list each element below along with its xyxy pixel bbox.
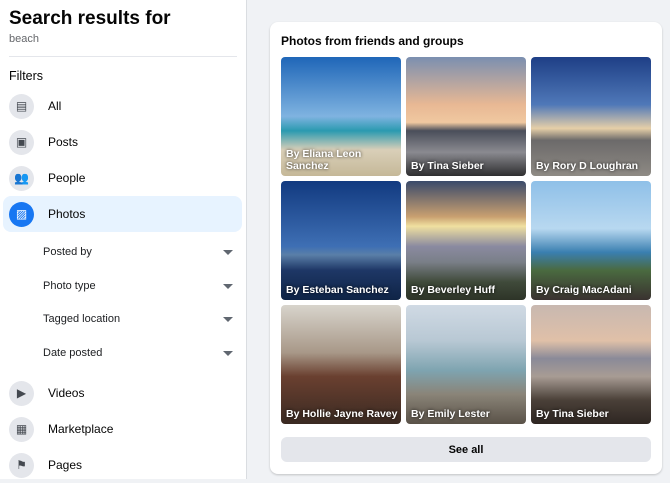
page-title: Search results for: [9, 8, 171, 29]
caret-down-icon: [223, 283, 233, 289]
photo-author: By Emily Lester: [411, 408, 490, 420]
photo-author: By Tina Sieber: [411, 160, 484, 172]
filters-heading: Filters: [9, 69, 44, 83]
photo-tile[interactable]: By Emily Lester: [406, 305, 526, 424]
caret-down-icon: [223, 350, 233, 356]
filter-label: Marketplace: [48, 422, 114, 436]
sub-filter-label: Tagged location: [43, 313, 121, 325]
posts-icon: ▣: [9, 129, 34, 155]
photo-grid: By Eliana Leon Sanchez By Tina Sieber By…: [281, 57, 651, 424]
filter-photos[interactable]: ▨ Photos: [3, 196, 242, 232]
filter-label: Posts: [48, 135, 79, 149]
photo-tile[interactable]: By Tina Sieber: [406, 57, 526, 176]
video-icon: ▶: [9, 380, 34, 406]
photos-icon: ▨: [9, 201, 34, 227]
caret-down-icon: [223, 316, 233, 322]
photos-card: Photos from friends and groups By Eliana…: [270, 22, 662, 474]
filter-label: People: [48, 171, 86, 185]
filter-all[interactable]: ▤ All: [3, 88, 242, 124]
sub-filter-label: Date posted: [43, 347, 103, 359]
search-query: beach: [9, 33, 39, 45]
card-title: Photos from friends and groups: [281, 34, 464, 48]
photo-tile[interactable]: By Craig MacAdani: [531, 181, 651, 300]
shop-icon: ▦: [9, 416, 34, 442]
feed-icon: ▤: [9, 93, 34, 119]
photo-author: By Hollie Jayne Ravey: [286, 408, 398, 420]
sidebar: Search results for beach Filters ▤ All ▣ P…: [0, 0, 247, 479]
posted-by-dropdown[interactable]: Posted by: [43, 246, 233, 258]
date-posted-dropdown[interactable]: Date posted: [43, 347, 233, 359]
photo-tile[interactable]: By Tina Sieber: [531, 305, 651, 424]
see-all-button[interactable]: See all: [281, 437, 651, 462]
sub-filter-label: Posted by: [43, 246, 92, 258]
photo-author: By Beverley Huff: [411, 284, 496, 296]
filter-label: All: [48, 99, 62, 113]
people-icon: 👥: [9, 165, 34, 191]
filter-people[interactable]: 👥 People: [3, 160, 242, 196]
photo-tile[interactable]: By Eliana Leon Sanchez: [281, 57, 401, 176]
filter-posts[interactable]: ▣ Posts: [3, 124, 242, 160]
photo-type-dropdown[interactable]: Photo type: [43, 280, 233, 292]
flag-icon: ⚑: [9, 452, 34, 478]
photo-author: By Craig MacAdani: [536, 284, 632, 296]
filter-label: Photos: [48, 207, 86, 221]
photo-author: By Eliana Leon Sanchez: [286, 148, 362, 172]
filter-marketplace[interactable]: ▦ Marketplace: [3, 411, 242, 447]
photo-tile[interactable]: By Esteban Sanchez: [281, 181, 401, 300]
photo-author: By Tina Sieber: [536, 408, 609, 420]
photo-tile[interactable]: By Rory D Loughran: [531, 57, 651, 176]
photo-author: By Rory D Loughran: [536, 160, 639, 172]
photo-tile[interactable]: By Hollie Jayne Ravey: [281, 305, 401, 424]
caret-down-icon: [223, 249, 233, 255]
photo-tile[interactable]: By Beverley Huff: [406, 181, 526, 300]
filter-label: Pages: [48, 458, 83, 472]
filter-videos[interactable]: ▶ Videos: [3, 375, 242, 411]
divider: [9, 56, 237, 57]
filter-pages[interactable]: ⚑ Pages: [3, 447, 242, 483]
filter-label: Videos: [48, 386, 85, 400]
sub-filter-label: Photo type: [43, 280, 96, 292]
tagged-location-dropdown[interactable]: Tagged location: [43, 313, 233, 325]
photo-author: By Esteban Sanchez: [286, 284, 389, 296]
